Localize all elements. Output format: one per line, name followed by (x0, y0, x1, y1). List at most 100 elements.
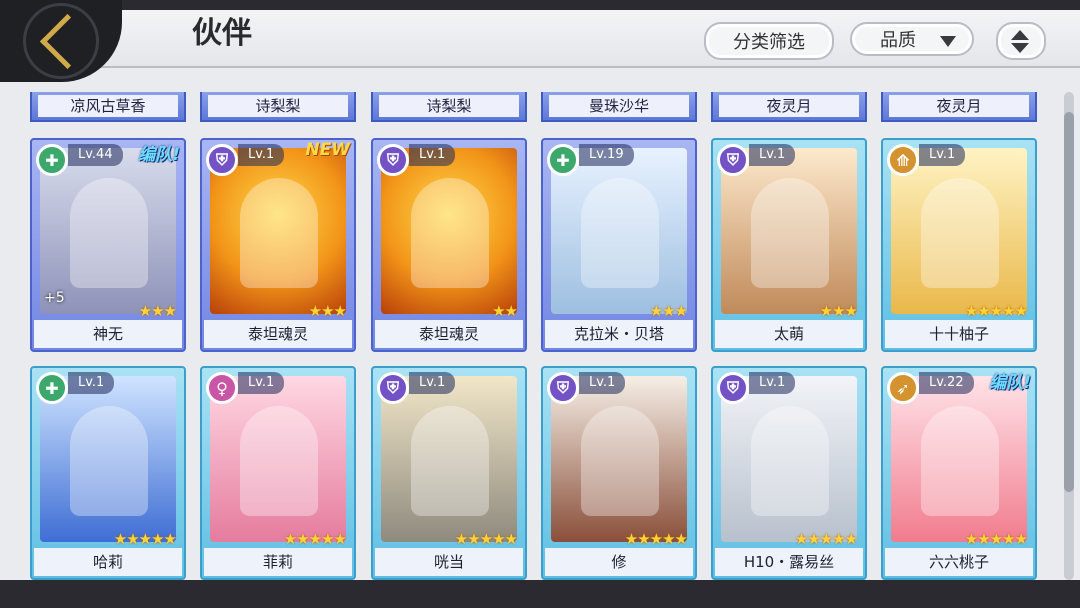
partial-card[interactable]: 诗梨梨 (200, 92, 356, 122)
shield-class-icon: ⛨ (377, 372, 409, 404)
card-name: 六六桃子 (885, 548, 1033, 576)
partner-card[interactable]: ⛨ Lv.1 ★★★★★ H10・露易丝 (711, 366, 867, 580)
partial-card[interactable]: 诗梨梨 (371, 92, 527, 122)
level-label: Lv.1 (749, 372, 796, 394)
star-rating: ★★ (492, 302, 518, 320)
card-name: 咣当 (375, 548, 523, 576)
level-label: Lv.44 (68, 144, 123, 166)
star-rating: ★★★★★ (624, 530, 688, 548)
star-rating: ★★★★★ (454, 530, 518, 548)
level-label: Lv.22 (919, 372, 974, 394)
partial-card[interactable]: 凉风古草香 (30, 92, 186, 122)
card-name: 神无 (34, 320, 182, 348)
character-figure (921, 406, 999, 516)
quality-label: 品质 (880, 30, 916, 51)
level-label: Lv.1 (238, 372, 285, 394)
sort-down-icon (1011, 43, 1029, 53)
partner-card[interactable]: ⛨ Lv.1 NEW ★★★ 泰坦魂灵 (200, 138, 356, 352)
bottom-bar (0, 580, 1080, 608)
level-label: Lv.1 (579, 372, 626, 394)
character-figure (751, 178, 829, 288)
star-rating: ★★★★★ (794, 530, 858, 548)
partner-grid[interactable]: 凉风古草香 诗梨梨 诗梨梨 曼珠沙华 夜灵月 夜灵月 ✚ Lv.44 编队! +… (0, 68, 1080, 580)
partial-card-name: 诗梨梨 (379, 95, 519, 117)
shield-class-icon: ⛨ (377, 144, 409, 176)
level-label: Lv.19 (579, 144, 634, 166)
star-rating: ★★★★★ (964, 530, 1028, 548)
level-label: Lv.1 (409, 144, 456, 166)
character-figure (581, 406, 659, 516)
chevron-down-icon (940, 36, 956, 47)
level-label: Lv.1 (919, 144, 966, 166)
partial-card-name: 曼珠沙华 (549, 95, 689, 117)
star-rating: ★★★ (308, 302, 347, 320)
shield-class-icon: ⛨ (206, 144, 238, 176)
shield-class-icon: ⛨ (717, 372, 749, 404)
partner-card[interactable]: ⛨ Lv.1 ★★★★★ 咣当 (371, 366, 527, 580)
character-figure (240, 406, 318, 516)
partner-card[interactable]: ✚ Lv.1 ★★★★★ 哈莉 (30, 366, 186, 580)
support-class-icon: ✚ (547, 144, 579, 176)
character-figure (921, 178, 999, 288)
card-name: 十十柚子 (885, 320, 1033, 348)
partner-card[interactable]: ⛨ Lv.1 ★★ 泰坦魂灵 (371, 138, 527, 352)
character-figure (240, 178, 318, 288)
enhance-count: +5 (44, 290, 65, 306)
star-rating: ★★★★★ (283, 530, 347, 548)
partner-card[interactable]: ⛨ Lv.1 ★★★★★ 修 (541, 366, 697, 580)
card-name: 克拉米・贝塔 (545, 320, 693, 348)
sort-up-icon (1011, 30, 1029, 40)
character-figure (411, 406, 489, 516)
partner-card[interactable]: ⛨ Lv.1 ★★★ 太萌 (711, 138, 867, 352)
character-figure (411, 178, 489, 288)
partial-card-name: 诗梨梨 (208, 95, 348, 117)
page-title: 伙伴 (192, 16, 252, 51)
card-name: 泰坦魂灵 (375, 320, 523, 348)
partial-card-name: 夜灵月 (889, 95, 1029, 117)
star-rating: ★★★ (649, 302, 688, 320)
scroll-thumb[interactable] (1064, 112, 1074, 492)
level-label: Lv.1 (409, 372, 456, 394)
character-figure (581, 178, 659, 288)
bow-class-icon: ➶ (887, 372, 919, 404)
card-name: 哈莉 (34, 548, 182, 576)
character-figure (70, 178, 148, 288)
support-class-icon: ✚ (36, 144, 68, 176)
shield-class-icon: ⛨ (717, 144, 749, 176)
character-figure (751, 406, 829, 516)
star-rating: ★★★★★ (113, 530, 177, 548)
partner-card[interactable]: ♀ Lv.1 ★★★★★ 菲莉 (200, 366, 356, 580)
team-tag: 编队! (138, 145, 180, 165)
scrollbar[interactable] (1064, 92, 1074, 580)
partner-card[interactable]: ➶ Lv.22 编队! ★★★★★ 六六桃子 (881, 366, 1037, 580)
card-name: 菲莉 (204, 548, 352, 576)
level-label: Lv.1 (68, 372, 115, 394)
partial-card-name: 夜灵月 (719, 95, 859, 117)
partial-card[interactable]: 曼珠沙华 (541, 92, 697, 122)
partial-card-name: 凉风古草香 (38, 95, 178, 117)
star-rating: ★★★ (138, 302, 177, 320)
partial-card[interactable]: 夜灵月 (881, 92, 1037, 122)
shield-class-icon: ⛨ (547, 372, 579, 404)
card-name: 太萌 (715, 320, 863, 348)
partner-card[interactable]: ⟰ Lv.1 ★★★★★ 十十柚子 (881, 138, 1037, 352)
back-arrow-icon (39, 13, 95, 69)
spear-class-icon: ⟰ (887, 144, 919, 176)
team-tag: 编队! (989, 373, 1031, 393)
partner-card[interactable]: ✚ Lv.19 ★★★ 克拉米・贝塔 (541, 138, 697, 352)
star-rating: ★★★★★ (964, 302, 1028, 320)
partner-card[interactable]: ✚ Lv.44 编队! +5 ★★★ 神无 (30, 138, 186, 352)
sort-order-button[interactable] (996, 22, 1046, 60)
female-class-icon: ♀ (206, 372, 238, 404)
quality-sort-dropdown[interactable]: 品质 (850, 22, 974, 56)
card-name: H10・露易丝 (715, 548, 863, 576)
star-rating: ★★★ (819, 302, 858, 320)
top-edge (0, 0, 1080, 10)
level-label: Lv.1 (238, 144, 285, 166)
partial-card[interactable]: 夜灵月 (711, 92, 867, 122)
new-tag: NEW (305, 140, 350, 160)
support-class-icon: ✚ (36, 372, 68, 404)
category-filter-button[interactable]: 分类筛选 (704, 22, 834, 60)
card-name: 泰坦魂灵 (204, 320, 352, 348)
character-figure (70, 406, 148, 516)
